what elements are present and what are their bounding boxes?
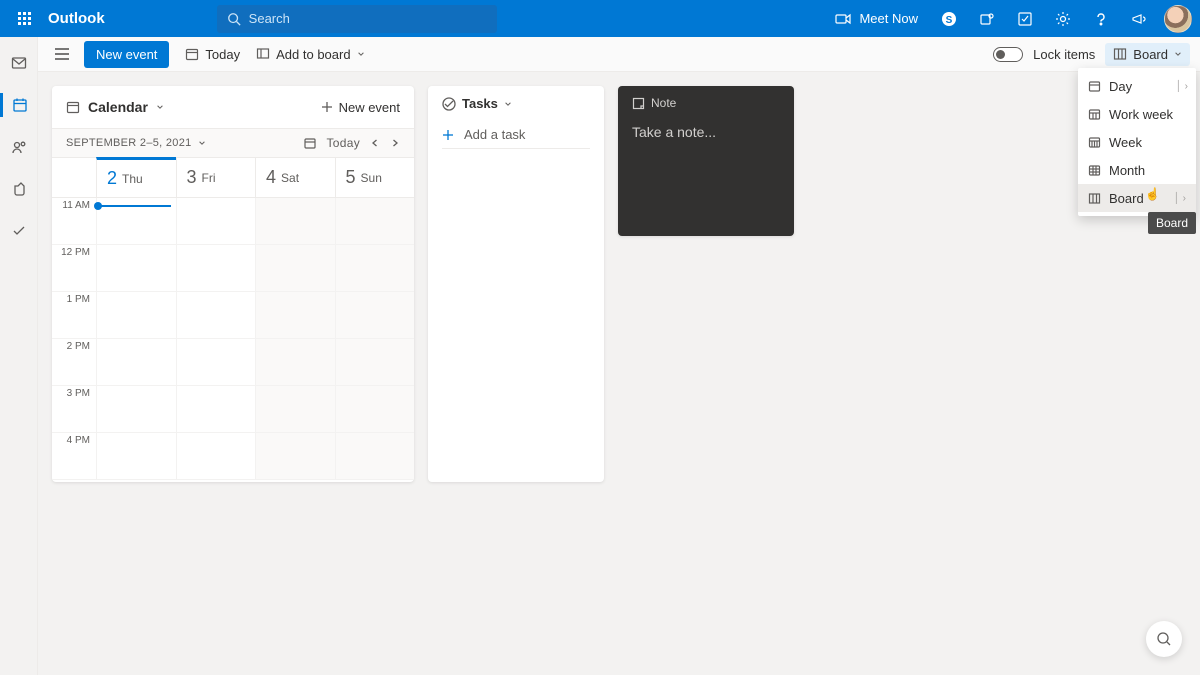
hour-label: 2 PM	[52, 339, 96, 385]
today-button[interactable]: Today	[177, 40, 248, 68]
cursor-pointer-icon: ☝	[1145, 187, 1160, 201]
chevron-down-icon[interactable]	[198, 139, 206, 147]
rail-todo-icon[interactable]	[3, 219, 35, 243]
add-to-board-button[interactable]: Add to board	[248, 40, 372, 68]
teams-icon[interactable]	[970, 3, 1004, 35]
app-name: Outlook	[48, 10, 105, 27]
help-icon[interactable]	[1084, 3, 1118, 35]
prev-arrow-icon[interactable]	[370, 138, 380, 148]
today-link[interactable]: Today	[326, 136, 360, 150]
chevron-down-icon	[357, 50, 365, 58]
chevron-right-icon: │ ›	[1174, 193, 1186, 204]
calendar-widget: Calendar New event SEPTEMBER 2–5, 2021 T…	[52, 86, 414, 482]
note-header: Note	[632, 96, 780, 110]
day-header[interactable]: 4Sat	[255, 158, 335, 197]
current-time-line	[98, 205, 171, 207]
left-rail	[0, 37, 38, 675]
lock-items-toggle[interactable]	[993, 47, 1023, 62]
rail-people-icon[interactable]	[3, 135, 35, 159]
hour-label: 4 PM	[52, 433, 96, 479]
hour-label: 1 PM	[52, 292, 96, 338]
work-week-icon	[1088, 108, 1101, 121]
calendar-grid[interactable]: 11 AM 12 PM 1 PM 2 PM 3 PM 4 PM	[52, 198, 414, 482]
calendar-small-icon[interactable]	[304, 137, 316, 149]
search-placeholder: Search	[249, 11, 290, 26]
tasks-icon	[442, 97, 456, 111]
view-option-work-week[interactable]: Work week	[1078, 100, 1196, 128]
rail-calendar-icon[interactable]	[0, 93, 35, 117]
view-option-month[interactable]: Month	[1078, 156, 1196, 184]
view-option-day[interactable]: Day │ ›	[1078, 72, 1196, 100]
calendar-title: Calendar	[88, 99, 148, 115]
day-view-icon	[1088, 80, 1101, 93]
note-widget: Note Take a note...	[618, 86, 794, 236]
tasks-widget: Tasks Add a task	[428, 86, 604, 482]
day-header[interactable]: 5Sun	[335, 158, 415, 197]
tasks-header[interactable]: Tasks	[442, 96, 590, 111]
view-switcher-menu: Day │ › Work week Week Month Board ☝ │ ›	[1078, 68, 1196, 216]
view-option-board[interactable]: Board ☝ │ ›	[1078, 184, 1196, 212]
calendar-day-headers: 2Thu 3Fri 4Sat 5Sun	[52, 158, 414, 198]
calendar-new-event-button[interactable]: New event	[321, 100, 400, 115]
meet-now-button[interactable]: Meet Now	[825, 3, 928, 35]
zoom-icon	[1156, 631, 1172, 647]
chevron-right-icon: │ ›	[1176, 81, 1188, 92]
todo-icon[interactable]	[1008, 3, 1042, 35]
video-icon	[835, 13, 851, 25]
day-header[interactable]: 2Thu	[96, 157, 176, 197]
chevron-down-icon	[504, 100, 512, 108]
search-icon	[227, 12, 241, 26]
board-add-icon	[256, 47, 270, 61]
top-header: Outlook Search Meet Now S	[0, 0, 1200, 37]
skype-icon[interactable]: S	[932, 3, 966, 35]
hour-label: 11 AM	[52, 198, 96, 244]
rail-mail-icon[interactable]	[3, 51, 35, 75]
settings-icon[interactable]	[1046, 3, 1080, 35]
view-switcher-button[interactable]: Board	[1105, 43, 1190, 66]
hour-label: 12 PM	[52, 245, 96, 291]
command-bar: New event Today Add to board Lock items …	[38, 37, 1200, 72]
megaphone-icon[interactable]	[1122, 3, 1156, 35]
board-canvas[interactable]: Calendar New event SEPTEMBER 2–5, 2021 T…	[38, 72, 1200, 675]
day-header[interactable]: 3Fri	[176, 158, 256, 197]
chevron-down-icon	[1174, 50, 1182, 58]
week-icon	[1088, 136, 1101, 149]
new-event-button[interactable]: New event	[84, 41, 169, 68]
rail-files-icon[interactable]	[3, 177, 35, 201]
app-launcher-icon[interactable]	[8, 3, 40, 35]
view-option-week[interactable]: Week	[1078, 128, 1196, 156]
search-input[interactable]: Search	[217, 5, 497, 33]
user-avatar[interactable]	[1164, 5, 1192, 33]
calendar-icon	[185, 47, 199, 61]
hamburger-icon[interactable]	[48, 40, 76, 68]
board-icon	[1088, 192, 1101, 205]
next-arrow-icon[interactable]	[390, 138, 400, 148]
calendar-icon	[66, 100, 80, 114]
add-task-input[interactable]: Add a task	[442, 121, 590, 149]
hour-label: 3 PM	[52, 386, 96, 432]
note-icon	[632, 97, 645, 110]
note-textarea[interactable]: Take a note...	[632, 124, 780, 140]
plus-icon	[321, 101, 333, 113]
plus-icon	[442, 129, 454, 141]
date-range-label: SEPTEMBER 2–5, 2021	[66, 137, 192, 149]
tooltip: Board	[1148, 212, 1196, 234]
zoom-button[interactable]	[1146, 621, 1182, 657]
board-icon	[1113, 47, 1127, 61]
month-icon	[1088, 164, 1101, 177]
lock-items-label: Lock items	[1033, 47, 1095, 62]
chevron-down-icon[interactable]	[156, 103, 164, 111]
svg-text:S: S	[946, 15, 953, 26]
